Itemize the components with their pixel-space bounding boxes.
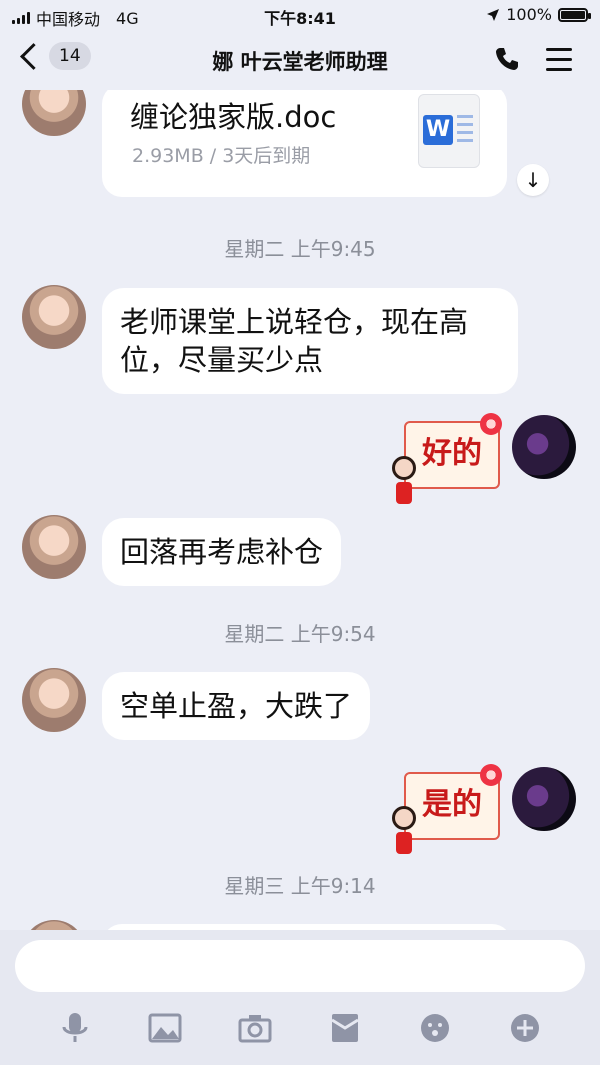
sticker-text: 是的 [422, 787, 482, 822]
plus-icon[interactable] [508, 1011, 542, 1045]
input-area [0, 930, 600, 1065]
battery-label: 100% [506, 5, 552, 24]
download-icon[interactable]: ↓ [517, 164, 549, 196]
message-text: 回落再考虑补仓 [120, 535, 324, 569]
word-doc-icon: W [418, 94, 480, 168]
timestamp: 星期二 上午9:45 [224, 237, 376, 261]
battery-icon [558, 7, 591, 22]
microphone-icon[interactable] [58, 1011, 92, 1045]
image-icon[interactable] [148, 1011, 182, 1045]
file-message-card[interactable]: 缠论独家版.doc 2.93MB / 3天后到期 W [102, 90, 507, 197]
contact-avatar[interactable] [22, 515, 86, 579]
phone-icon[interactable] [494, 46, 520, 72]
self-avatar[interactable] [512, 767, 576, 831]
location-arrow-icon [487, 8, 500, 21]
emoji-icon[interactable] [418, 1011, 452, 1045]
message-bubble[interactable]: 老师课堂上说轻仓，现在高位，尽量买少点 [102, 288, 518, 394]
menu-icon[interactable] [546, 48, 572, 72]
file-meta: 2.93MB / 3天后到期 [132, 145, 311, 167]
flower-icon [480, 413, 502, 435]
chat-header: 14 娜 叶云堂老师助理 [0, 30, 600, 90]
camera-icon[interactable] [238, 1011, 272, 1045]
message-input[interactable] [15, 940, 585, 992]
message-text: 老师课堂上说轻仓，现在高位，尽量买少点 [120, 305, 469, 377]
input-toolbar [0, 1006, 600, 1050]
sticker-text: 好的 [422, 436, 482, 471]
flower-icon [480, 764, 502, 786]
timestamp: 星期二 上午9:54 [224, 622, 376, 646]
contact-avatar[interactable] [22, 90, 86, 136]
file-name: 缠论独家版.doc [130, 100, 337, 134]
message-text: 空单止盈，大跌了 [120, 689, 353, 723]
self-avatar[interactable] [512, 415, 576, 479]
contact-avatar[interactable] [22, 920, 86, 930]
message-bubble[interactable]: 空单止盈，大跌了 [102, 672, 371, 740]
sticker-girl-icon [390, 806, 418, 876]
status-bar: 中国移动 4G 下午8:41 100% [0, 0, 600, 30]
status-right: 100% [486, 5, 591, 24]
sticker-girl-icon [390, 456, 418, 526]
message-bubble[interactable]: 回落再考虑补仓 [102, 518, 342, 586]
chat-messages[interactable]: 缠论独家版.doc 2.93MB / 3天后到期 W ↓ 星期二 上午9:45 … [0, 90, 600, 930]
contact-avatar[interactable] [22, 285, 86, 349]
timestamp: 星期三 上午9:14 [224, 874, 376, 898]
red-packet-icon[interactable] [328, 1011, 362, 1045]
contact-avatar[interactable] [22, 668, 86, 732]
